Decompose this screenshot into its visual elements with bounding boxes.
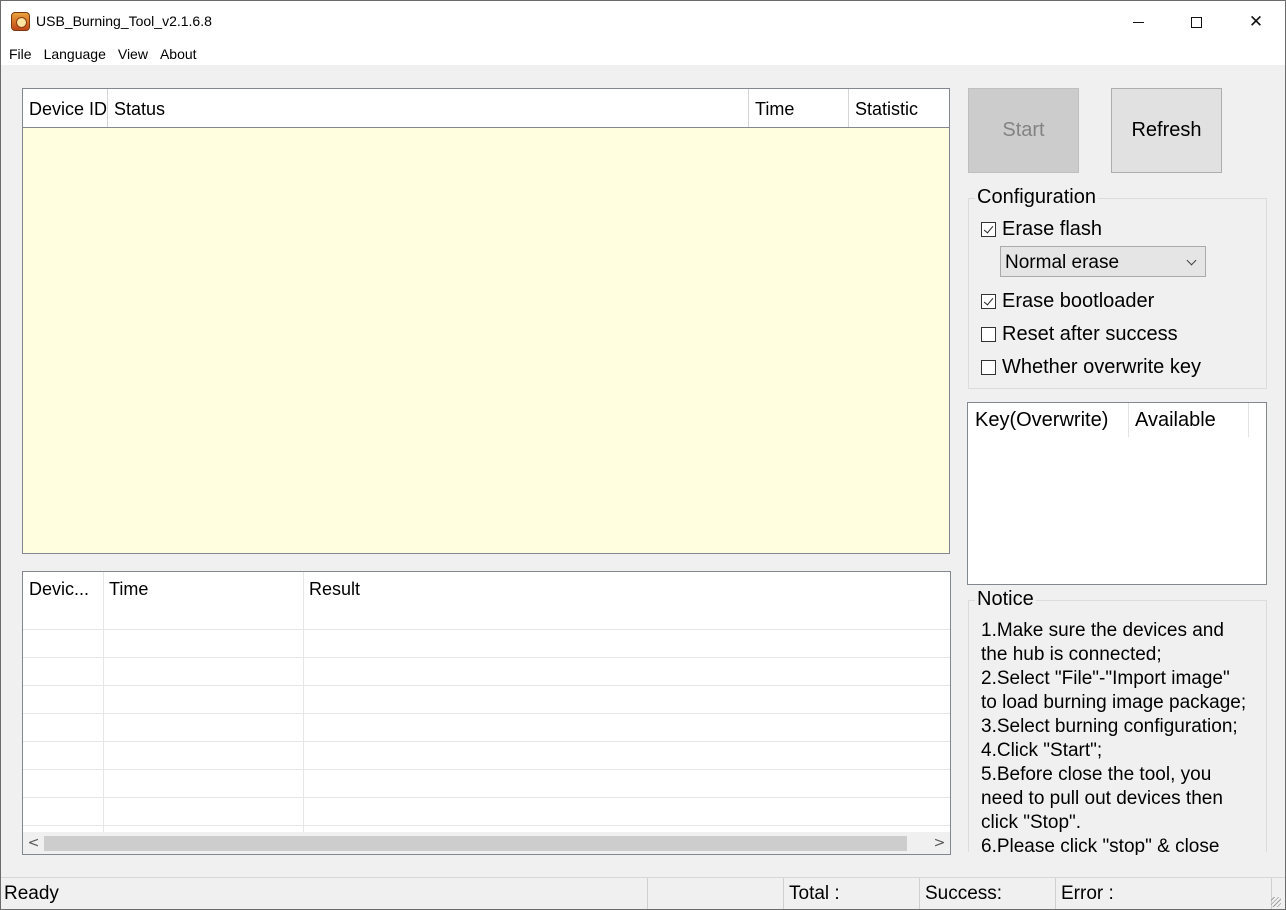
table-row[interactable] <box>23 798 950 826</box>
scroll-left-icon[interactable]: < <box>23 832 44 854</box>
menu-file[interactable]: File <box>3 44 38 64</box>
notice-line: click "Stop". <box>981 812 1082 833</box>
horizontal-scrollbar[interactable]: < > <box>23 832 950 854</box>
table-row[interactable] <box>23 602 950 630</box>
checkbox-checked-icon[interactable] <box>981 294 996 309</box>
notice-line: 1.Make sure the devices and <box>981 620 1224 641</box>
checkbox-checked-icon[interactable] <box>981 222 996 237</box>
scrollbar-thumb[interactable] <box>44 836 907 851</box>
app-logo-icon <box>11 12 30 31</box>
column-result[interactable]: Result <box>303 572 943 604</box>
status-error: Error : <box>1061 883 1114 904</box>
status-ready: Ready <box>4 883 59 904</box>
notice-line: the hub is connected; <box>981 644 1162 665</box>
maximize-icon <box>1190 16 1202 28</box>
menu-about[interactable]: About <box>154 44 203 64</box>
erase-mode-select[interactable]: Normal erase <box>1000 246 1206 277</box>
notice-text: 1.Make sure the devices and the hub is c… <box>981 619 1266 855</box>
table-row[interactable] <box>23 714 950 742</box>
status-total: Total : <box>789 883 840 904</box>
checkbox-unchecked-icon[interactable] <box>981 360 996 375</box>
status-divider <box>783 878 784 909</box>
status-bar: Ready Total : Success: Error : <box>1 877 1285 909</box>
notice-line: 6.Please click "stop" & close <box>981 836 1220 855</box>
erase-mode-value: Normal erase <box>1005 252 1120 273</box>
menu-view[interactable]: View <box>112 44 154 64</box>
menu-language[interactable]: Language <box>38 44 112 64</box>
notice-line: to load burning image package; <box>981 692 1247 713</box>
overwrite-key-checkbox[interactable]: Whether overwrite key <box>981 356 1201 379</box>
table-row[interactable] <box>23 630 950 658</box>
column-statistic[interactable]: Statistic <box>849 89 949 127</box>
table-row[interactable] <box>23 770 950 798</box>
result-table[interactable]: Devic... Time Result < > <box>22 571 951 855</box>
column-device-id[interactable]: Device ID <box>23 89 108 127</box>
notice-label: Notice <box>975 588 1036 611</box>
device-table-header: Device ID Status Time Statistic <box>23 89 949 128</box>
erase-flash-checkbox[interactable]: Erase flash <box>981 218 1102 241</box>
erase-bootloader-checkbox[interactable]: Erase bootloader <box>981 290 1154 313</box>
device-table[interactable]: Device ID Status Time Statistic <box>22 88 950 554</box>
result-table-header: Devic... Time Result <box>23 572 950 604</box>
column-device[interactable]: Devic... <box>23 572 103 604</box>
notice-line: need to pull out devices then <box>981 788 1223 809</box>
status-divider <box>919 878 920 909</box>
column-key-overwrite[interactable]: Key(Overwrite) <box>968 403 1108 437</box>
checkbox-unchecked-icon[interactable] <box>981 327 996 342</box>
status-divider <box>1055 878 1056 909</box>
overwrite-key-label: Whether overwrite key <box>1002 356 1201 378</box>
maximize-button[interactable] <box>1167 1 1225 43</box>
notice-line: 3.Select burning configuration; <box>981 716 1238 737</box>
close-icon: ✕ <box>1248 12 1264 32</box>
close-button[interactable]: ✕ <box>1227 1 1285 43</box>
app-window: USB_Burning_Tool_v2.1.6.8 ✕ File Languag… <box>0 0 1286 910</box>
resize-grip-icon[interactable] <box>1271 897 1281 907</box>
start-button[interactable]: Start <box>968 88 1079 173</box>
window-title: USB_Burning_Tool_v2.1.6.8 <box>36 13 212 29</box>
reset-after-success-label: Reset after success <box>1002 323 1178 345</box>
notice-line: 5.Before close the tool, you <box>981 764 1212 785</box>
table-row[interactable] <box>23 742 950 770</box>
title-bar[interactable]: USB_Burning_Tool_v2.1.6.8 ✕ <box>1 1 1285 43</box>
notice-line: 2.Select "File"-"Import image" <box>981 668 1230 689</box>
minimize-button[interactable] <box>1109 1 1167 43</box>
erase-flash-label: Erase flash <box>1002 218 1103 240</box>
refresh-button[interactable]: Refresh <box>1111 88 1222 173</box>
status-divider <box>647 878 648 909</box>
minimize-icon <box>1132 21 1144 23</box>
scroll-right-icon[interactable]: > <box>929 832 950 854</box>
column-time[interactable]: Time <box>749 89 849 127</box>
table-row[interactable] <box>23 658 950 686</box>
column-status[interactable]: Status <box>108 89 749 127</box>
column-result-time[interactable]: Time <box>103 572 303 604</box>
erase-bootloader-label: Erase bootloader <box>1002 290 1155 312</box>
menu-bar: File Language View About <box>1 43 1285 65</box>
table-row[interactable] <box>23 686 950 714</box>
key-table[interactable]: Key(Overwrite) Available <box>967 402 1267 585</box>
status-success: Success: <box>925 883 1003 904</box>
notice-line: 4.Click "Start"; <box>981 740 1103 761</box>
configuration-label: Configuration <box>975 186 1098 209</box>
chevron-down-icon <box>1186 255 1197 266</box>
column-divider <box>1248 403 1249 437</box>
column-available[interactable]: Available <box>1128 403 1216 437</box>
reset-after-success-checkbox[interactable]: Reset after success <box>981 323 1178 346</box>
